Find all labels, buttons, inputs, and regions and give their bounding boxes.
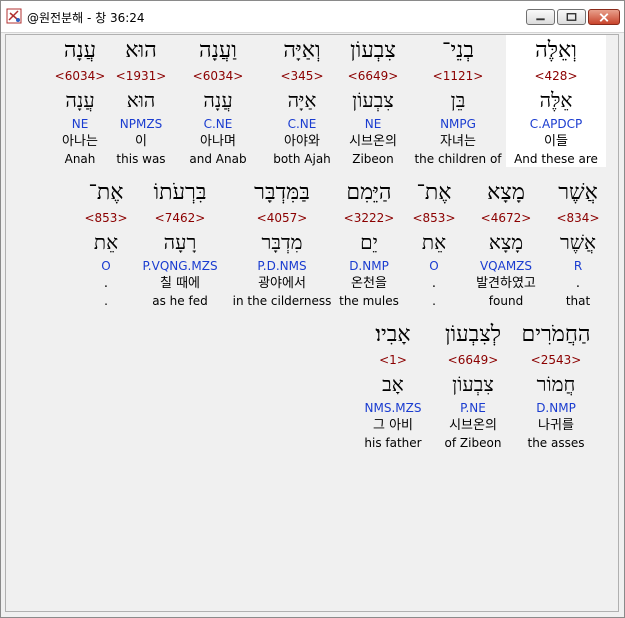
bible-app-icon — [6, 8, 22, 24]
english-gloss: in the cilderness — [232, 294, 332, 308]
hebrew-word: אָבִיו׃ — [375, 322, 411, 347]
hebrew-word: עֲנָה — [63, 38, 97, 63]
hebrew-lemma: אֵלֶּה — [539, 88, 573, 112]
strong-number[interactable]: <853> — [56, 209, 156, 227]
hebrew-lemma: אֵת — [93, 230, 119, 254]
hebrew-lemma: עֲנָה — [65, 88, 95, 112]
morph-code: D.NMP — [349, 259, 389, 273]
hebrew-word: בַּמִּדְבָּר — [254, 180, 310, 205]
word-column[interactable]: עֲנָה <6034> עֲנָה NE 아나는 Anah — [30, 35, 130, 167]
morph-code: P.D.NMS — [257, 259, 307, 273]
hebrew-word: הַיֵּמִם — [346, 180, 392, 205]
korean-gloss: 아나는 — [62, 134, 98, 149]
close-icon — [599, 13, 609, 22]
korean-gloss: 그 아비 — [372, 418, 413, 433]
window-title: @원전분해 - 창 36:24 — [27, 11, 145, 25]
maximize-button[interactable] — [557, 9, 586, 25]
maximize-icon — [566, 13, 577, 21]
close-button[interactable] — [588, 9, 620, 25]
hebrew-word: בְנֵי־ — [442, 38, 474, 63]
morph-code: NMPG — [440, 117, 476, 131]
word-column[interactable]: אָבִיו׃ <1> אָב NMS.MZS 그 아비 his father — [343, 319, 443, 451]
korean-gloss: 광야에서 — [258, 276, 306, 291]
word-column[interactable]: בַּמִּדְבָּר <4057> מִדְבָּר P.D.NMS 광야에… — [232, 177, 332, 309]
strong-number[interactable]: <1121> — [408, 67, 508, 85]
english-gloss: Anah — [64, 152, 96, 166]
app-window: @원전분해 - 창 36:24 וְאֵלֶּה <428> אֵלֶּה C.… — [0, 0, 625, 618]
korean-gloss: . — [103, 276, 109, 291]
morph-code: C.APDCP — [529, 117, 583, 131]
minimize-button[interactable] — [526, 9, 555, 25]
english-gloss: the mules — [339, 294, 399, 308]
strong-number[interactable]: <3222> — [319, 209, 419, 227]
korean-gloss: 온천을 — [351, 276, 387, 291]
morph-code: O — [101, 259, 111, 273]
korean-gloss: 이들 — [544, 134, 568, 149]
english-gloss: . — [104, 294, 108, 308]
minimize-icon — [536, 18, 545, 21]
english-gloss: the children of — [414, 152, 502, 166]
english-gloss: And these are — [514, 152, 598, 166]
hebrew-word: וְאֵלֶּה — [535, 38, 577, 63]
morph-code: NMS.MZS — [364, 401, 422, 415]
english-gloss: his father — [364, 436, 422, 450]
interlinear-panel[interactable]: וְאֵלֶּה <428> אֵלֶּה C.APDCP 이들 And the… — [5, 34, 619, 612]
strong-number[interactable]: <1> — [343, 351, 443, 369]
morph-code: NE — [71, 117, 89, 131]
word-column[interactable]: הַיֵּמִם <3222> יֵם D.NMP 온천을 the mules — [319, 177, 419, 309]
strong-number[interactable]: <4057> — [232, 209, 332, 227]
hebrew-lemma: מִדְבָּר — [261, 230, 303, 254]
word-column[interactable]: וְאֵלֶּה <428> אֵלֶּה C.APDCP 이들 And the… — [506, 35, 606, 167]
hebrew-lemma: אָב — [382, 372, 404, 396]
hebrew-lemma: יֵם — [360, 230, 378, 254]
strong-number[interactable]: <428> — [506, 67, 606, 85]
word-column[interactable]: בְנֵי־ <1121> בֵּן NMPG 자녀는 the children… — [408, 35, 508, 167]
word-column[interactable]: אֶת־ <853> אֵת O . . — [56, 177, 156, 309]
title-bar[interactable]: @원전분해 - 창 36:24 — [1, 1, 624, 33]
strong-number[interactable]: <6034> — [30, 67, 130, 85]
hebrew-word: אֶת־ — [88, 180, 124, 205]
korean-gloss: 자녀는 — [440, 134, 476, 149]
hebrew-lemma: בֵּן — [450, 88, 466, 112]
